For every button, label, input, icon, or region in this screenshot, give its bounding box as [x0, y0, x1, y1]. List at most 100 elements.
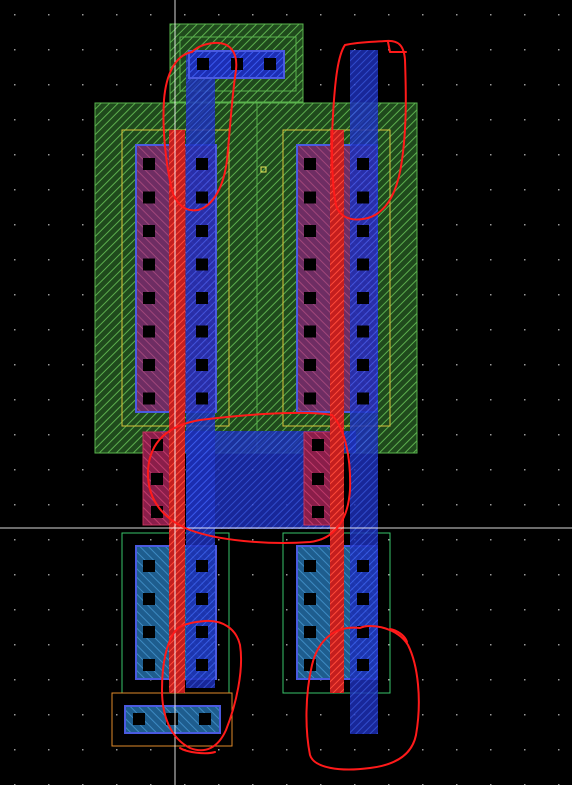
- contact-square: [143, 626, 155, 638]
- grid-dot: [422, 154, 424, 156]
- grid-dot: [524, 504, 526, 506]
- grid-dot: [388, 644, 390, 646]
- grid-dot: [422, 679, 424, 681]
- grid-dot: [456, 679, 458, 681]
- grid-dot: [388, 14, 390, 16]
- grid-dot: [48, 364, 50, 366]
- grid-dot: [252, 749, 254, 751]
- grid-dot: [14, 574, 16, 576]
- grid-dot: [422, 329, 424, 331]
- grid-dot: [558, 189, 560, 191]
- grid-dot: [320, 84, 322, 86]
- grid-dot: [558, 609, 560, 611]
- grid-dot: [524, 714, 526, 716]
- contact-square: [357, 292, 369, 304]
- grid-dot: [558, 364, 560, 366]
- grid-dot: [456, 14, 458, 16]
- grid-dot: [354, 14, 356, 16]
- grid-dot: [116, 84, 118, 86]
- contact-square: [143, 593, 155, 605]
- grid-dot: [218, 14, 220, 16]
- grid-dot: [490, 574, 492, 576]
- grid-dot: [48, 644, 50, 646]
- grid-dot: [82, 154, 84, 156]
- grid-dot: [150, 14, 152, 16]
- grid-dot: [116, 504, 118, 506]
- grid-dot: [150, 49, 152, 51]
- grid-dot: [116, 49, 118, 51]
- contact-square: [196, 258, 208, 271]
- grid-dot: [82, 294, 84, 296]
- grid-dot: [388, 749, 390, 751]
- grid-dot: [218, 644, 220, 646]
- grid-dot: [490, 679, 492, 681]
- contact-square: [304, 626, 316, 638]
- grid-dot: [252, 644, 254, 646]
- grid-dot: [558, 259, 560, 261]
- contact-square: [143, 325, 155, 338]
- grid-dot: [48, 189, 50, 191]
- grid-dot: [422, 644, 424, 646]
- grid-dot: [490, 399, 492, 401]
- grid-dot: [490, 504, 492, 506]
- grid-dot: [48, 259, 50, 261]
- grid-dot: [490, 119, 492, 121]
- grid-dot: [82, 224, 84, 226]
- grid-dot: [116, 609, 118, 611]
- grid-dot: [48, 469, 50, 471]
- grid-dot: [320, 49, 322, 51]
- contact-square: [304, 593, 316, 605]
- grid-dot: [456, 329, 458, 331]
- contact-square: [312, 506, 324, 518]
- contact-square: [304, 158, 316, 170]
- grid-dot: [14, 154, 16, 156]
- grid-dot: [286, 609, 288, 611]
- grid-dot: [490, 714, 492, 716]
- grid-dot: [422, 469, 424, 471]
- poly-gate-left[interactable]: [169, 130, 185, 693]
- grid-dot: [422, 189, 424, 191]
- grid-dot: [422, 434, 424, 436]
- grid-dot: [524, 294, 526, 296]
- grid-dot: [558, 574, 560, 576]
- grid-dot: [320, 749, 322, 751]
- grid-dot: [558, 154, 560, 156]
- grid-dot: [422, 14, 424, 16]
- grid-dot: [14, 714, 16, 716]
- grid-dot: [490, 329, 492, 331]
- grid-dot: [388, 469, 390, 471]
- grid-dot: [524, 749, 526, 751]
- contact-square: [196, 225, 208, 237]
- grid-dot: [48, 49, 50, 51]
- grid-dot: [14, 399, 16, 401]
- grid-dot: [82, 49, 84, 51]
- grid-dot: [116, 644, 118, 646]
- grid-dot: [558, 679, 560, 681]
- grid-dot: [388, 539, 390, 541]
- grid-dot: [48, 609, 50, 611]
- grid-dot: [286, 714, 288, 716]
- contact-square: [143, 158, 155, 170]
- grid-dot: [252, 679, 254, 681]
- grid-dot: [150, 539, 152, 541]
- grid-dot: [252, 714, 254, 716]
- grid-dot: [82, 609, 84, 611]
- contact-square: [304, 392, 316, 405]
- contact-square: [143, 659, 155, 671]
- grid-dot: [524, 329, 526, 331]
- layout-canvas[interactable]: [0, 0, 572, 785]
- grid-dot: [48, 119, 50, 121]
- grid-dot: [524, 154, 526, 156]
- grid-dot: [252, 539, 254, 541]
- contact-square: [304, 560, 316, 572]
- grid-dot: [524, 119, 526, 121]
- contact-square: [357, 593, 369, 605]
- grid-dot: [490, 224, 492, 226]
- contact-square: [143, 225, 155, 237]
- grid-dot: [490, 364, 492, 366]
- grid-dot: [422, 294, 424, 296]
- grid-dot: [524, 224, 526, 226]
- grid-dot: [252, 609, 254, 611]
- grid-dot: [422, 49, 424, 51]
- grid-dot: [456, 644, 458, 646]
